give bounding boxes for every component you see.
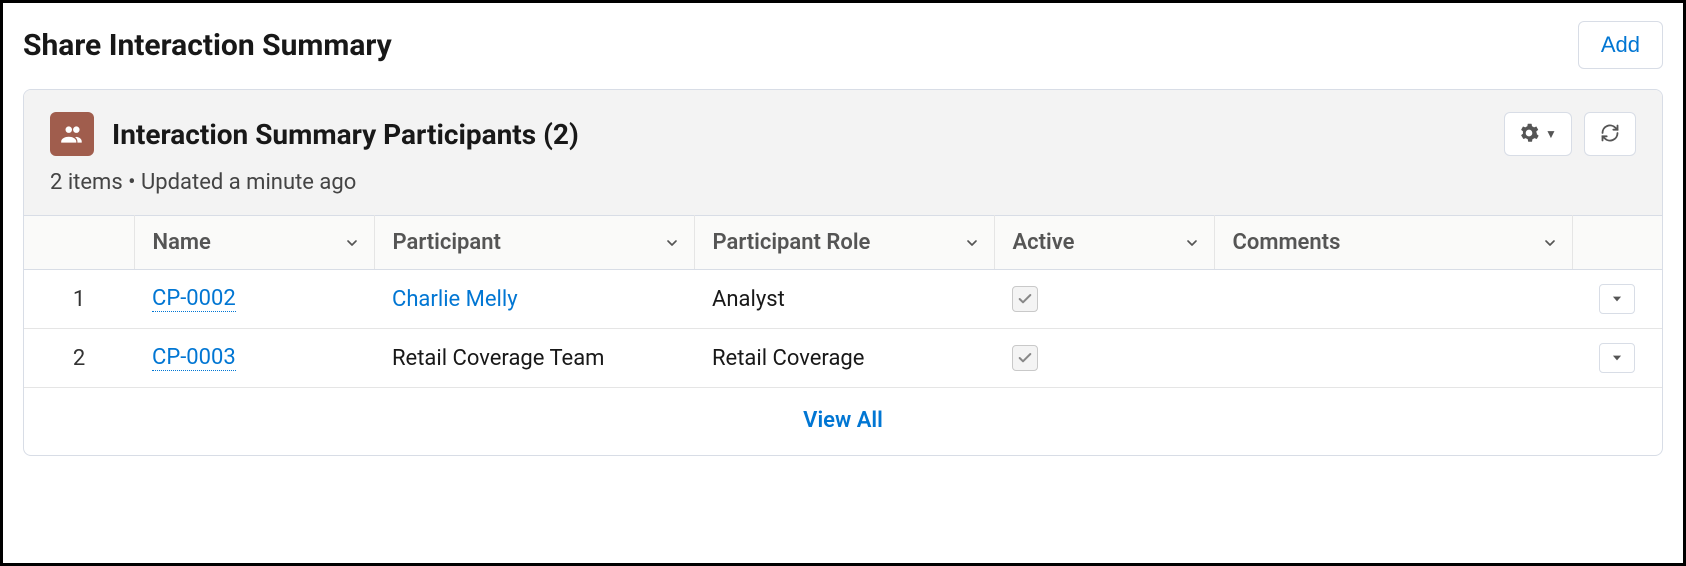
refresh-button[interactable] <box>1584 112 1636 156</box>
chevron-down-icon[interactable] <box>964 235 980 251</box>
refresh-icon <box>1600 123 1620 146</box>
view-all-link[interactable]: View All <box>803 408 883 433</box>
active-checkbox <box>1012 345 1038 371</box>
settings-button[interactable]: ▼ <box>1504 112 1572 156</box>
participants-table: Name Participant Participant Role <box>24 215 1662 388</box>
active-checkbox <box>1012 286 1038 312</box>
row-number: 2 <box>24 329 134 388</box>
row-actions-button[interactable] <box>1599 343 1635 373</box>
row-number: 1 <box>24 270 134 329</box>
chevron-down-icon[interactable] <box>664 235 680 251</box>
column-active[interactable]: Active <box>994 216 1214 270</box>
record-name-link[interactable]: CP-0002 <box>152 286 236 312</box>
participants-icon <box>50 112 94 156</box>
comments-cell <box>1214 329 1572 388</box>
card-title: Interaction Summary Participants (2) <box>112 118 579 151</box>
add-button[interactable]: Add <box>1578 21 1663 69</box>
participant-link[interactable]: Charlie Melly <box>392 287 518 312</box>
column-name[interactable]: Name <box>134 216 374 270</box>
participant-role: Retail Coverage <box>694 329 994 388</box>
gear-icon <box>1519 123 1539 146</box>
card-subtitle: 2 items • Updated a minute ago <box>50 170 1636 195</box>
chevron-down-icon[interactable] <box>344 235 360 251</box>
column-label: Comments <box>1233 230 1341 255</box>
chevron-down-icon <box>1610 287 1624 312</box>
record-name-link[interactable]: CP-0003 <box>152 345 236 371</box>
table-row: 1 CP-0002 Charlie Melly Analyst <box>24 270 1662 329</box>
column-participant[interactable]: Participant <box>374 216 694 270</box>
table-row: 2 CP-0003 Retail Coverage Team Retail Co… <box>24 329 1662 388</box>
column-label: Participant Role <box>713 230 871 255</box>
chevron-down-icon <box>1610 346 1624 371</box>
participant-text: Retail Coverage Team <box>392 346 604 371</box>
card-header: Interaction Summary Participants (2) 2 i… <box>24 90 1662 215</box>
column-actions <box>1572 216 1662 270</box>
chevron-down-icon[interactable] <box>1542 235 1558 251</box>
chevron-down-icon: ▼ <box>1545 127 1557 141</box>
chevron-down-icon[interactable] <box>1184 235 1200 251</box>
column-rownum <box>24 216 134 270</box>
page-title: Share Interaction Summary <box>23 28 392 63</box>
column-label: Active <box>1013 230 1075 255</box>
view-all-row: View All <box>24 388 1662 455</box>
comments-cell <box>1214 270 1572 329</box>
column-role[interactable]: Participant Role <box>694 216 994 270</box>
participant-role: Analyst <box>694 270 994 329</box>
participants-card: Interaction Summary Participants (2) 2 i… <box>23 89 1663 456</box>
row-actions-button[interactable] <box>1599 284 1635 314</box>
column-label: Name <box>153 230 211 255</box>
column-label: Participant <box>393 230 501 255</box>
column-comments[interactable]: Comments <box>1214 216 1572 270</box>
